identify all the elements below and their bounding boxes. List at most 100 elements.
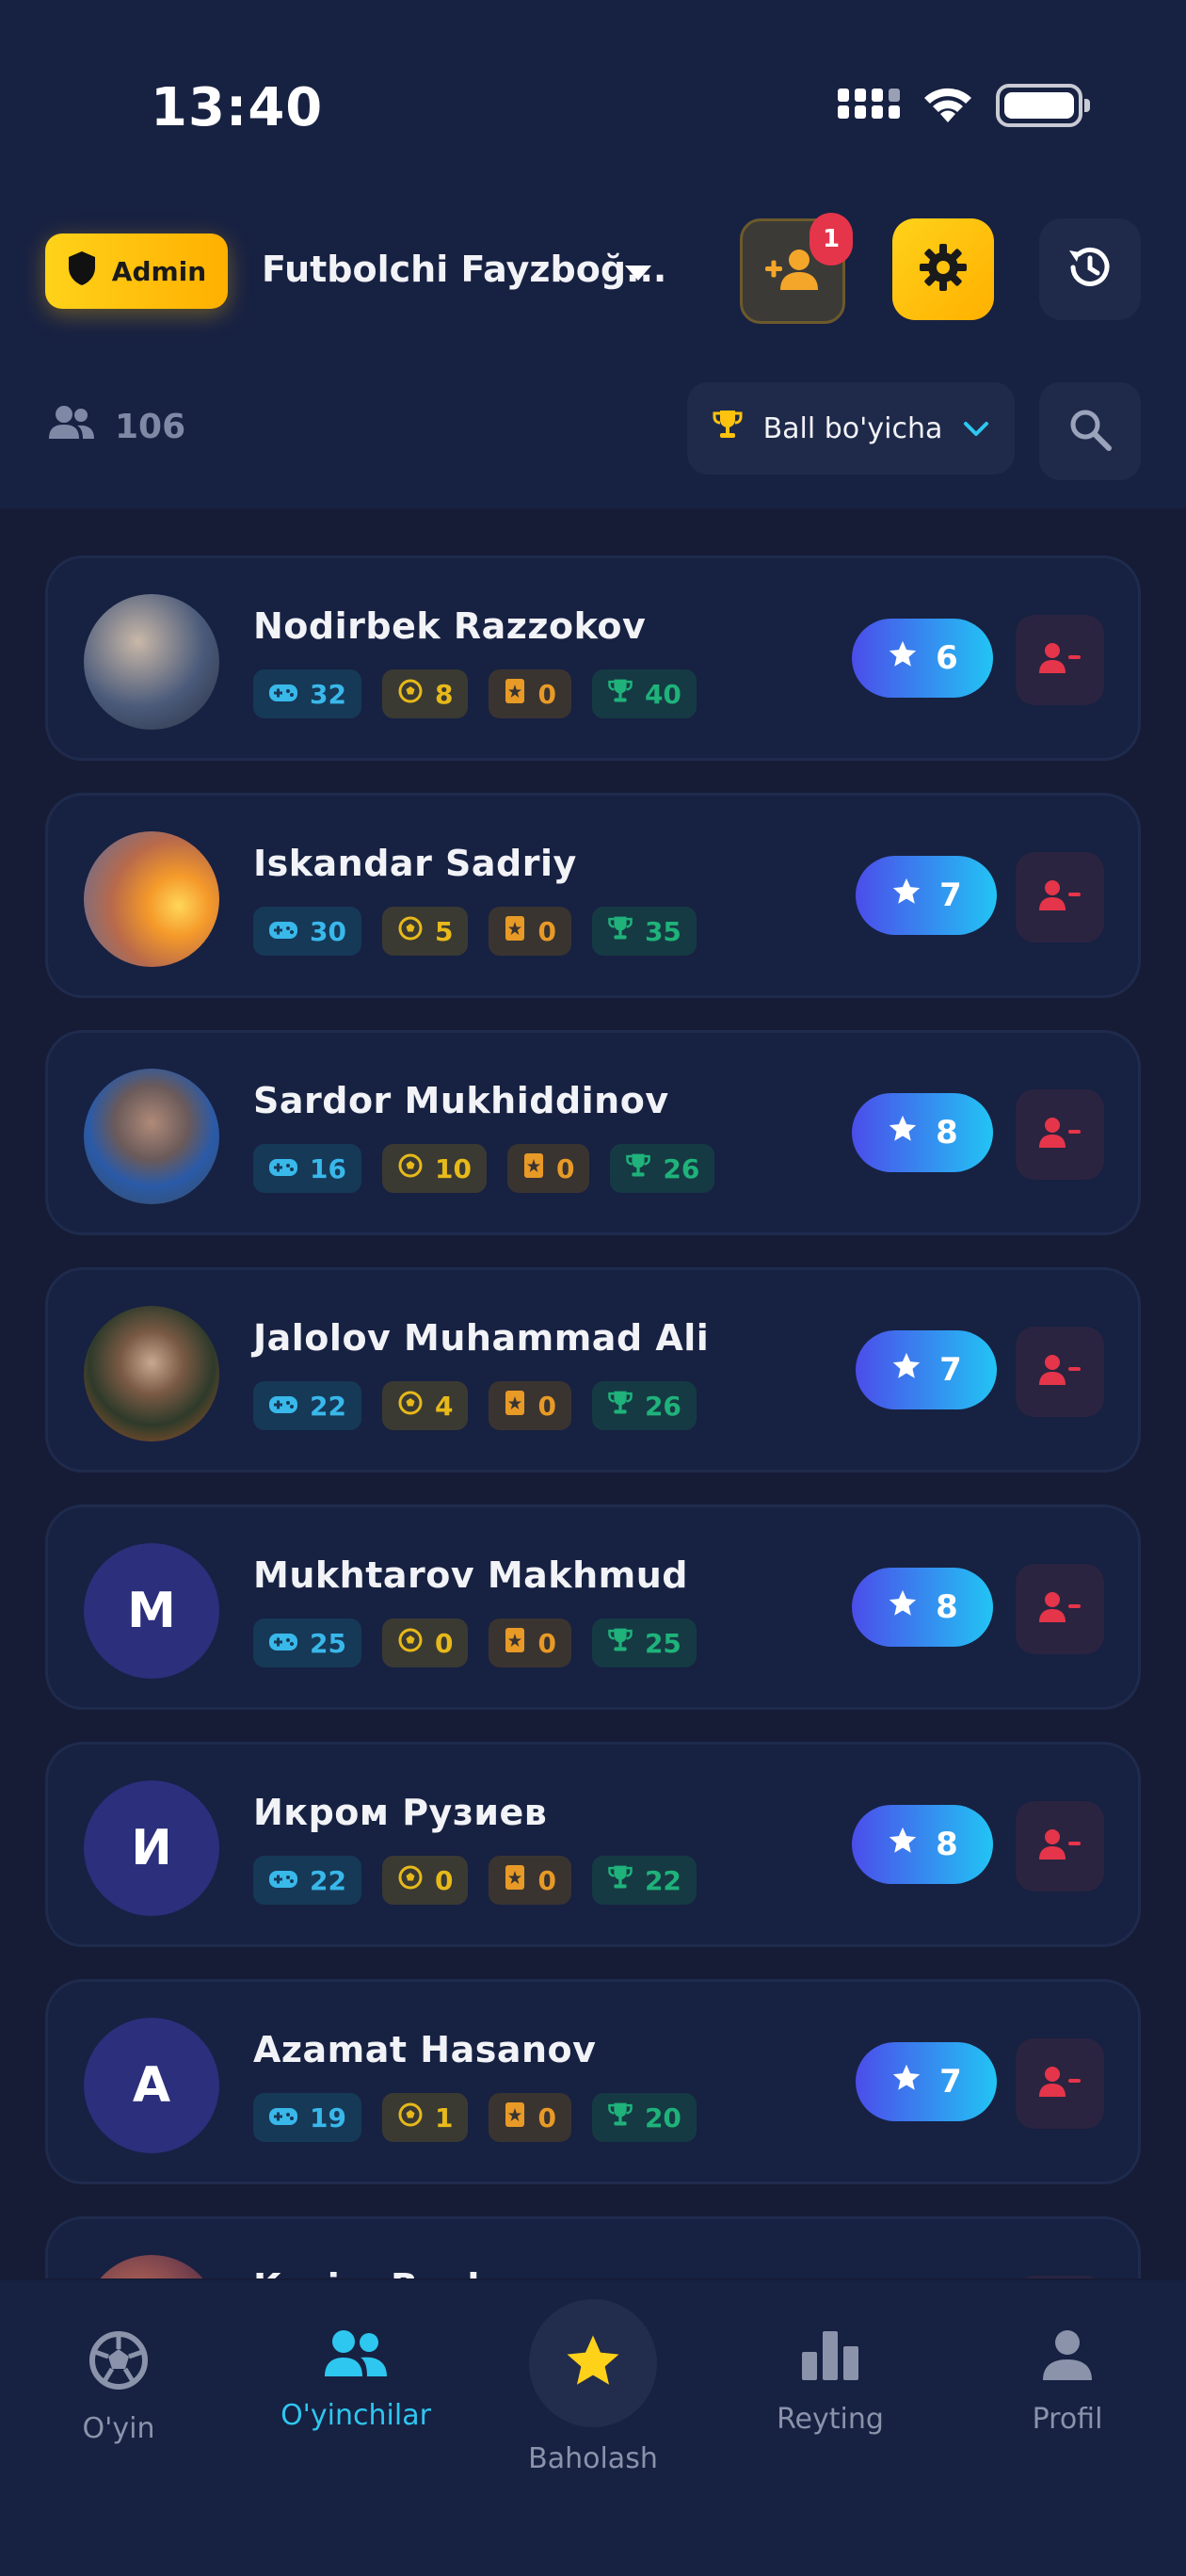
soccer-ball-icon [397, 678, 424, 711]
player-card[interactable]: Iskandar Sadriy 30 5 0 35 7 [45, 793, 1141, 998]
remove-player-button[interactable] [1016, 852, 1104, 942]
soccer-ball-icon [397, 915, 424, 948]
remove-player-button[interactable] [1016, 1327, 1104, 1417]
sort-dropdown[interactable]: Ball bo'yicha [687, 382, 1015, 475]
remove-player-button[interactable] [1016, 1801, 1104, 1892]
rating-button[interactable]: 8 [852, 1805, 993, 1884]
star-icon [562, 2330, 624, 2396]
cards-stat: 0 [489, 669, 571, 718]
cards-value: 0 [537, 1627, 556, 1659]
trophies-stat: 20 [591, 2093, 697, 2142]
bottom-navigation: O'yin O'yinchilar Baholash Reyting Profi… [0, 2280, 1186, 2576]
player-avatar [84, 1069, 219, 1204]
player-card[interactable]: M Mukhtarov Makhmud 25 0 0 25 8 [45, 1505, 1141, 1710]
player-card[interactable]: Sardor Mukhiddinov 16 10 0 26 8 [45, 1030, 1141, 1235]
rating-button[interactable]: 6 [852, 619, 993, 698]
player-card[interactable]: И Икром Рузиев 22 0 0 22 8 [45, 1742, 1141, 1947]
nav-rate[interactable] [529, 2299, 657, 2427]
trophies-value: 40 [644, 678, 681, 710]
gamepad-icon [268, 1865, 298, 1896]
goals-value: 0 [434, 1627, 454, 1659]
status-time: 13:40 [151, 77, 324, 138]
star-icon [890, 876, 922, 916]
player-stats: 32 8 0 40 [253, 669, 697, 718]
card-icon [504, 1864, 526, 1897]
goals-stat: 4 [381, 1381, 469, 1430]
rating-value: 6 [936, 639, 958, 677]
history-button[interactable] [1039, 218, 1141, 320]
soccer-ball-icon [397, 1864, 424, 1897]
remove-player-button[interactable] [1016, 2276, 1104, 2278]
trophy-icon [607, 1627, 633, 1660]
player-name: Jalolov Muhammad Ali [253, 1317, 710, 1359]
games-stat: 32 [253, 669, 361, 718]
trophy-icon [713, 409, 743, 448]
goals-stat: 0 [381, 1856, 469, 1905]
trophies-value: 35 [644, 915, 681, 947]
player-avatar [84, 594, 219, 730]
nav-ranking[interactable]: Reyting [736, 2329, 924, 2436]
remove-user-icon [1038, 1116, 1082, 1153]
person-icon [1041, 2329, 1094, 2390]
search-button[interactable] [1039, 382, 1141, 480]
player-name: Sardor Mukhiddinov [253, 1080, 669, 1121]
card-icon [504, 2101, 526, 2134]
remove-player-button[interactable] [1016, 615, 1104, 705]
games-stat: 22 [253, 1381, 361, 1430]
player-avatar: A [84, 2018, 219, 2153]
trophy-icon [607, 1390, 633, 1423]
gamepad-icon [268, 916, 298, 947]
chevron-down-icon[interactable] [625, 266, 651, 281]
trophy-icon [607, 1864, 633, 1897]
settings-button[interactable] [892, 218, 994, 320]
card-icon [504, 1627, 526, 1660]
player-card[interactable]: Nodirbek Razzokov 32 8 0 40 6 [45, 555, 1141, 761]
gamepad-icon [268, 679, 298, 710]
games-stat: 19 [253, 2093, 361, 2142]
nav-players[interactable]: O'yinchilar [262, 2329, 450, 2432]
goals-value: 8 [434, 678, 454, 710]
card-icon [504, 678, 526, 711]
remove-player-button[interactable] [1016, 2038, 1104, 2129]
cards-value: 0 [537, 1864, 556, 1896]
bar-chart-icon [800, 2329, 860, 2390]
goals-value: 4 [434, 1390, 454, 1422]
games-stat: 22 [253, 1856, 361, 1905]
games-value: 25 [310, 1627, 346, 1659]
chevron-down-icon [963, 412, 989, 445]
goals-value: 0 [434, 1864, 454, 1896]
team-name[interactable]: Futbolchi Fayzboğ... [262, 249, 666, 290]
card-icon [504, 915, 526, 948]
nav-game[interactable]: O'yin [24, 2329, 213, 2445]
player-card[interactable]: Kazim Boykar [45, 2216, 1141, 2278]
trophies-stat: 25 [591, 1618, 697, 1667]
signal-icon [838, 85, 900, 126]
player-card[interactable]: A Azamat Hasanov 19 1 0 20 7 [45, 1979, 1141, 2184]
goals-stat: 10 [381, 1144, 487, 1193]
gamepad-icon [268, 1153, 298, 1184]
remove-player-button[interactable] [1016, 1564, 1104, 1654]
rating-button[interactable]: 7 [856, 2042, 997, 2121]
remove-user-icon [1038, 1353, 1082, 1391]
rating-button[interactable]: 7 [856, 856, 997, 935]
trophies-value: 26 [663, 1152, 700, 1184]
admin-badge[interactable]: Admin [45, 233, 228, 309]
goals-value: 10 [434, 1152, 472, 1184]
search-icon [1067, 407, 1113, 456]
nav-profile[interactable]: Profil [973, 2329, 1162, 2436]
player-stats: 19 1 0 20 [253, 2093, 697, 2142]
games-value: 22 [310, 1864, 346, 1896]
notification-badge: 1 [809, 213, 853, 266]
rating-button[interactable]: 8 [852, 1093, 993, 1172]
trophies-value: 22 [644, 1864, 681, 1896]
trophies-stat: 26 [610, 1144, 715, 1193]
rating-button[interactable]: 7 [856, 1330, 997, 1409]
rating-button[interactable]: 8 [852, 1568, 993, 1647]
player-stats: 16 10 0 26 [253, 1144, 715, 1193]
nav-rate-label: Baholash [528, 2442, 658, 2475]
top-bar: 13:40 Admin Futbolchi Fayzboğ... 1 106 B… [0, 0, 1186, 508]
player-card[interactable]: Jalolov Muhammad Ali 22 4 0 26 7 [45, 1267, 1141, 1473]
remove-player-button[interactable] [1016, 1089, 1104, 1180]
shield-icon [67, 250, 97, 293]
rating-value: 8 [936, 1114, 958, 1151]
